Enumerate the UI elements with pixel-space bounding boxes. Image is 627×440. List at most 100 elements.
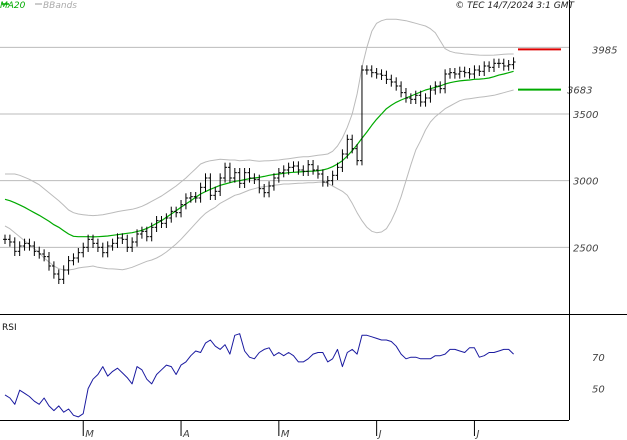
price-bars-layer	[3, 57, 516, 284]
price-bar	[315, 165, 320, 179]
price-bar	[511, 57, 516, 70]
price-bar	[267, 181, 272, 198]
price-bar	[51, 261, 56, 279]
price-bar	[208, 173, 213, 200]
price-bar	[330, 170, 335, 186]
price-bar	[281, 165, 286, 178]
price-bar	[482, 61, 487, 76]
x-tick-A-1: A	[182, 429, 190, 440]
price-bar	[100, 242, 105, 258]
price-bar	[105, 241, 110, 258]
price-bar	[438, 81, 443, 94]
price-bar	[115, 233, 120, 248]
price-bar	[340, 149, 345, 172]
price-bar	[81, 242, 86, 258]
price-bar	[364, 65, 369, 75]
chart-header: MA20 BBands © TEC 14/7/2024 3:1 GMT	[0, 1, 576, 11]
price-bar	[291, 161, 296, 172]
resistance-label: 3985	[592, 45, 617, 56]
price-bar	[56, 269, 61, 284]
price-bar	[359, 65, 364, 166]
price-bar	[301, 165, 306, 176]
price-bar	[320, 169, 325, 187]
price-bar	[17, 241, 22, 256]
rsi-line	[4, 333, 514, 418]
price-bar	[462, 66, 467, 78]
rsi-tick-50: 50	[592, 385, 605, 396]
price-bar	[325, 176, 330, 187]
y-tick-2500: 2500	[573, 243, 598, 254]
price-bar	[311, 160, 316, 175]
price-bar	[130, 237, 135, 252]
axis-layer: 2500 3000 3500 50 70 M A M J J	[0, 0, 627, 440]
price-bar	[164, 213, 169, 228]
price-bar	[306, 160, 311, 176]
price-bar	[374, 68, 379, 79]
price-bar	[271, 173, 276, 191]
ma20-legend-label: MA20	[0, 1, 26, 11]
price-bar	[61, 265, 66, 284]
price-bar	[120, 233, 125, 244]
stock-chart: 3985 3683 RSI 2500 3000 3500 50 70 M A M J J MA20 …	[0, 0, 627, 440]
source-timestamp: © TEC 14/7/2024 3:1 GMT	[455, 1, 575, 11]
price-bar	[384, 70, 389, 84]
price-bar	[350, 134, 355, 154]
price-bar	[3, 234, 7, 244]
support-label: 3683	[567, 86, 592, 97]
price-bar	[139, 226, 144, 239]
price-bar	[413, 90, 418, 104]
price-bar	[76, 248, 81, 263]
price-bar	[399, 81, 404, 98]
price-bar	[379, 69, 384, 80]
price-bar	[95, 238, 100, 252]
price-bar	[237, 168, 242, 188]
x-tick-M-2: M	[281, 429, 290, 440]
price-bar	[492, 58, 496, 72]
rsi-layer: RSI	[2, 323, 514, 418]
price-bar	[125, 234, 130, 252]
price-bar	[452, 68, 457, 79]
price-bar	[32, 241, 37, 256]
price-bar	[66, 256, 71, 275]
price-bar	[193, 192, 198, 203]
price-bar	[227, 162, 232, 183]
price-bar	[389, 74, 394, 87]
grid-layer	[0, 46, 569, 248]
price-bar	[223, 162, 228, 183]
price-bar	[7, 234, 12, 247]
x-tick-M-0: M	[85, 429, 94, 440]
rsi-tick-70: 70	[592, 353, 605, 364]
y-tick-3000: 3000	[573, 177, 598, 188]
ma20-layer	[4, 70, 514, 238]
price-bar	[506, 60, 511, 71]
price-bar	[467, 68, 472, 79]
x-tick-J-3: J	[377, 429, 382, 440]
price-bar	[487, 61, 492, 72]
price-bar	[447, 68, 452, 79]
bollinger-bands-layer	[4, 18, 514, 271]
price-bar	[22, 238, 27, 251]
price-bar	[403, 88, 408, 103]
ma20-line	[4, 70, 514, 238]
price-bar	[12, 237, 17, 256]
price-bar	[457, 66, 462, 79]
price-bar	[27, 238, 32, 251]
price-bar	[501, 58, 506, 71]
price-bar	[37, 246, 42, 259]
price-bar	[110, 238, 115, 251]
price-bar	[423, 93, 428, 107]
price-bar	[203, 173, 208, 192]
price-bar	[213, 186, 218, 200]
price-bar	[477, 65, 482, 76]
price-levels-layer: 3985 3683	[518, 45, 617, 97]
x-tick-J-4: J	[474, 429, 479, 440]
price-bar	[71, 253, 76, 266]
y-tick-3500: 3500	[573, 110, 598, 121]
price-bar	[443, 69, 448, 94]
price-bar	[496, 58, 501, 68]
rsi-title: RSI	[2, 323, 17, 333]
price-bar	[242, 168, 247, 188]
price-bar	[369, 65, 374, 78]
price-bar	[472, 65, 477, 79]
bbands-legend-label: BBands	[43, 1, 77, 11]
